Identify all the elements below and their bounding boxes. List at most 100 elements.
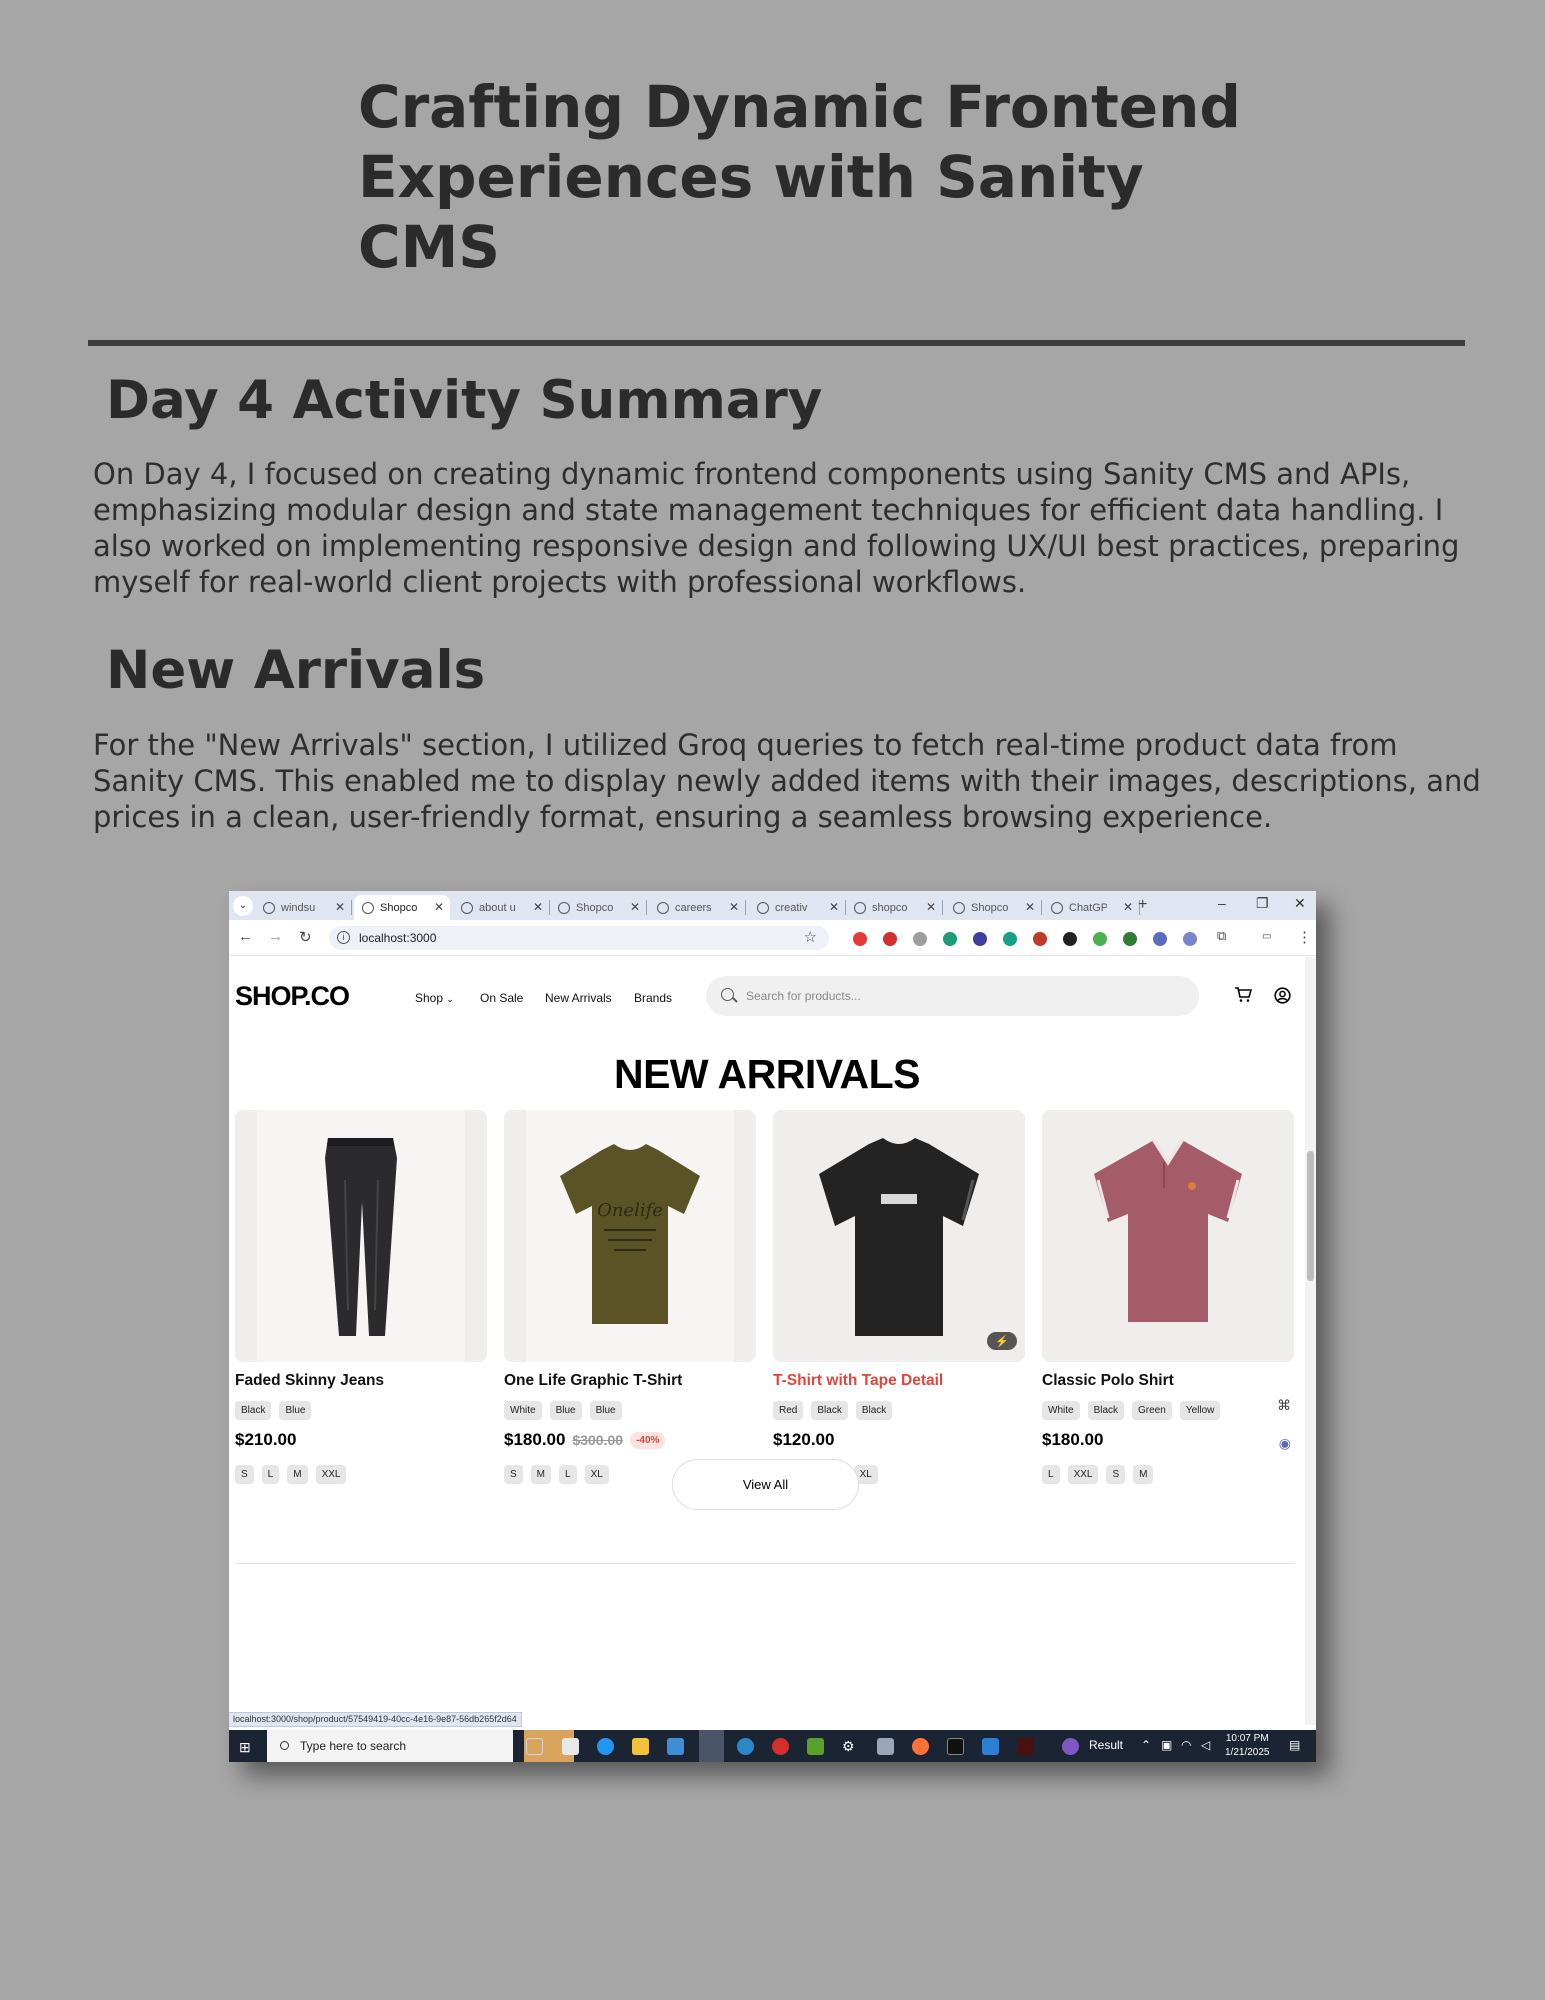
color-tag[interactable]: White xyxy=(504,1401,542,1420)
color-tag[interactable]: Green xyxy=(1132,1401,1172,1420)
size-tag[interactable]: M xyxy=(1133,1465,1154,1484)
color-tag[interactable]: Blue xyxy=(549,1401,582,1420)
grammarly-extension-icon[interactable] xyxy=(1003,932,1017,946)
browser-tab[interactable]: windsu ✕ xyxy=(255,895,352,920)
product-image-graphic-tshirt[interactable]: Onelife xyxy=(504,1110,756,1362)
settings-gear-icon[interactable]: ⚙ xyxy=(842,1738,859,1755)
tray-overflow-icon[interactable]: ⌃ xyxy=(1141,1738,1151,1752)
taskbar-result-label[interactable]: Result xyxy=(1089,1738,1123,1752)
url-bar[interactable]: i localhost:3000 ☆ xyxy=(329,926,829,950)
app-icon[interactable] xyxy=(772,1738,789,1755)
browser-tab[interactable]: creativ ✕ xyxy=(749,895,846,920)
restore-button[interactable]: ❐ xyxy=(1256,895,1269,912)
chrome-icon[interactable] xyxy=(699,1730,724,1762)
mail-icon[interactable] xyxy=(562,1738,579,1755)
close-tab-icon[interactable]: ✕ xyxy=(1025,900,1035,914)
extension-icon[interactable] xyxy=(1153,932,1167,946)
file-explorer-icon[interactable] xyxy=(632,1738,649,1755)
grid-apps-icon[interactable]: ⌘ xyxy=(1277,1397,1291,1414)
extension-icon[interactable] xyxy=(1033,932,1047,946)
size-tag[interactable]: XXL xyxy=(315,1465,347,1484)
color-tag[interactable]: Yellow xyxy=(1179,1401,1221,1420)
tab-search-icon[interactable]: ⌄ xyxy=(233,896,253,916)
product-name[interactable]: T-Shirt with Tape Detail xyxy=(773,1372,943,1390)
color-tag[interactable]: Red xyxy=(773,1401,804,1420)
color-tag[interactable]: Blue xyxy=(589,1401,622,1420)
extension-icon[interactable] xyxy=(1123,932,1137,946)
search-input[interactable]: Search for products... xyxy=(706,976,1199,1016)
view-all-button[interactable]: View All xyxy=(672,1459,859,1510)
close-tab-icon[interactable]: ✕ xyxy=(926,900,936,914)
close-tab-icon[interactable]: ✕ xyxy=(829,900,839,914)
browser-tab[interactable]: careers ✕ xyxy=(649,895,746,920)
tray-icon[interactable]: ▣ xyxy=(1161,1738,1172,1752)
task-view-icon[interactable] xyxy=(526,1738,543,1755)
taskbar-search-input[interactable]: Type here to search xyxy=(267,1730,513,1762)
extension-icon[interactable] xyxy=(1093,932,1107,946)
product-name[interactable]: Classic Polo Shirt xyxy=(1042,1372,1174,1390)
extension-icon[interactable] xyxy=(1063,932,1077,946)
screenshot-extension-icon[interactable] xyxy=(913,932,927,946)
cart-icon[interactable] xyxy=(1234,987,1253,1008)
bookmark-star-icon[interactable]: ☆ xyxy=(804,926,817,950)
extension-icon[interactable] xyxy=(943,932,957,946)
size-tag[interactable]: S xyxy=(504,1465,523,1484)
adblock-extension-icon[interactable] xyxy=(853,932,867,946)
assistant-bot-icon[interactable]: ◉ xyxy=(1279,1435,1291,1452)
size-tag[interactable]: M xyxy=(530,1465,552,1484)
size-tag[interactable]: XL xyxy=(584,1465,609,1484)
nav-brands[interactable]: Brands xyxy=(634,991,672,1005)
taskbar-clock[interactable]: 10:07 PM 1/21/2025 xyxy=(1225,1732,1270,1760)
browser-tab[interactable]: Shopco ✕ xyxy=(354,895,450,920)
browser-tab[interactable]: Shopco ✕ xyxy=(945,895,1042,920)
color-tag[interactable]: Black xyxy=(235,1401,272,1420)
product-name[interactable]: One Life Graphic T-Shirt xyxy=(504,1372,682,1390)
product-image-jeans[interactable] xyxy=(235,1110,487,1362)
extension-icon[interactable] xyxy=(973,932,987,946)
close-tab-icon[interactable]: ✕ xyxy=(335,900,345,914)
wifi-icon[interactable]: ◠ xyxy=(1181,1738,1191,1752)
notifications-icon[interactable]: ▤ xyxy=(1289,1738,1300,1752)
color-tag[interactable]: Black xyxy=(1087,1401,1125,1420)
product-image-polo-shirt[interactable] xyxy=(1042,1110,1294,1362)
app-icon[interactable] xyxy=(807,1738,824,1755)
minimize-button[interactable]: – xyxy=(1218,895,1226,911)
product-image-tape-tshirt[interactable]: ⚡ xyxy=(773,1110,1025,1362)
browser-tab[interactable]: shopco ✕ xyxy=(846,895,943,920)
close-tab-icon[interactable]: ✕ xyxy=(533,900,543,914)
terminal-icon[interactable] xyxy=(947,1738,964,1755)
scrollbar[interactable] xyxy=(1305,957,1316,1725)
nav-on-sale[interactable]: On Sale xyxy=(480,991,523,1005)
reload-icon[interactable]: ↻ xyxy=(299,928,312,946)
weather-icon[interactable] xyxy=(1062,1738,1079,1755)
site-logo[interactable]: SHOP.CO xyxy=(235,981,350,1012)
illustrator-icon[interactable] xyxy=(1017,1738,1034,1755)
size-tag[interactable]: M xyxy=(287,1465,308,1484)
edge-icon[interactable] xyxy=(597,1738,614,1755)
close-tab-icon[interactable]: ✕ xyxy=(729,900,739,914)
profile-icon[interactable]: ▭ xyxy=(1262,931,1271,942)
back-icon[interactable]: ← xyxy=(238,928,253,945)
extensions-puzzle-icon[interactable]: ⧉ xyxy=(1217,928,1226,944)
size-tag[interactable]: L xyxy=(1042,1465,1060,1484)
close-tab-icon[interactable]: ✕ xyxy=(434,900,444,914)
browser-tab[interactable]: about u ✕ xyxy=(453,895,550,920)
size-tag[interactable]: S xyxy=(235,1465,254,1484)
product-name[interactable]: Faded Skinny Jeans xyxy=(235,1372,384,1390)
nav-new-arrivals[interactable]: New Arrivals xyxy=(545,991,612,1005)
forward-icon[interactable]: → xyxy=(268,928,283,945)
extension-icon[interactable] xyxy=(883,932,897,946)
color-tag[interactable]: Black xyxy=(855,1401,893,1420)
color-tag[interactable]: White xyxy=(1042,1401,1080,1420)
new-tab-button[interactable]: + xyxy=(1138,896,1147,914)
menu-kebab-icon[interactable]: ⋮ xyxy=(1297,928,1312,946)
account-icon[interactable] xyxy=(1274,987,1291,1009)
firefox-icon[interactable] xyxy=(912,1738,929,1755)
browser-tab[interactable]: Shopco ✕ xyxy=(550,895,647,920)
scrollbar-thumb[interactable] xyxy=(1307,1151,1314,1281)
size-tag[interactable]: L xyxy=(261,1465,280,1484)
site-info-icon[interactable]: i xyxy=(337,931,350,944)
close-tab-icon[interactable]: ✕ xyxy=(630,900,640,914)
store-icon[interactable] xyxy=(667,1738,684,1755)
size-tag[interactable]: XXL xyxy=(1067,1465,1099,1484)
